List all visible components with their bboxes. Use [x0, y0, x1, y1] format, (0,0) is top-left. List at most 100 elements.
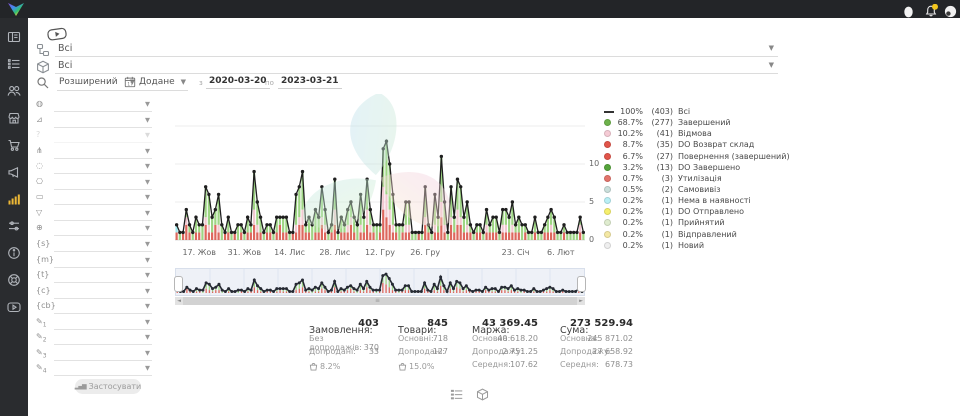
- filter-row-funnel[interactable]: ▽▼: [36, 207, 152, 222]
- legend-item[interactable]: 0.2%(1)Новий: [604, 240, 776, 251]
- custom-field-4-icon: ✎4: [36, 363, 52, 375]
- chevron-down-icon: ▼: [145, 349, 150, 357]
- chevron-down-icon: ▼: [145, 100, 150, 108]
- world-icon: ◍: [36, 99, 52, 108]
- sidebar-sliders-icon[interactable]: [7, 219, 21, 233]
- top-bar: [0, 0, 960, 18]
- x-tick-label: 14. Лис: [268, 248, 312, 257]
- upsell-share-badge: 15.0%: [398, 360, 448, 373]
- filter-row-var-t[interactable]: {t}▼: [36, 269, 152, 284]
- notifications-bell-icon[interactable]: [924, 3, 938, 22]
- sidebar-support-icon[interactable]: [7, 273, 21, 287]
- y-tick-label: 10: [589, 159, 605, 168]
- filter-row-trend[interactable]: ⊿▼: [36, 114, 152, 129]
- sidebar-customers-icon[interactable]: [7, 84, 21, 98]
- x-tick-label: 31. Жов: [222, 248, 266, 257]
- chevron-down-icon: ▼: [145, 256, 150, 264]
- search-icon[interactable]: [36, 75, 51, 90]
- filter-row-var-c[interactable]: {c} ▼: [36, 285, 152, 300]
- filter-row-package[interactable]: ⎔▼: [36, 176, 152, 191]
- filter-row-world[interactable]: ◍▼: [36, 98, 152, 113]
- navigator-scrollbar[interactable]: ◄ ≡ ►: [175, 297, 585, 305]
- legend-item[interactable]: 0.5%(2)Самовивіз: [604, 184, 776, 195]
- calendar-icon: 17: [124, 76, 136, 88]
- product-box-icon: [36, 59, 51, 74]
- date-field-select[interactable]: 17 Додане ▼: [122, 75, 188, 91]
- legend-dot-swatch: [604, 231, 611, 238]
- filter-row-var-m[interactable]: {m}▼: [36, 254, 152, 269]
- stats-value: 43 369.45: [482, 318, 538, 329]
- filter-row-payment[interactable]: ▭▼: [36, 191, 152, 206]
- analytics-dashboard: Всі ▼ Всі ▼ Розширений ▼ 17 Додане: [0, 0, 960, 416]
- product-filter-value: Всі: [58, 60, 72, 71]
- legend-item[interactable]: 0.2%(1)Відправлений: [604, 229, 776, 240]
- filter-row-var-s[interactable]: {s}▼: [36, 238, 152, 253]
- legend-item[interactable]: 0.2%(1)Прийнятий: [604, 217, 776, 228]
- sidebar-store-icon[interactable]: [7, 111, 21, 125]
- legend-item[interactable]: 10.2%(41)Відмова: [604, 128, 776, 139]
- sidebar-video-icon[interactable]: [7, 300, 21, 314]
- legend-item[interactable]: 0.2%(1)DO Отправлено: [604, 206, 776, 217]
- legend-item[interactable]: 3.2%(13)DO Завершено: [604, 162, 776, 173]
- filter-row-fingerprint[interactable]: ◌▼: [36, 160, 152, 175]
- svg-text:17: 17: [127, 81, 133, 87]
- sidebar-analytics-bars-icon[interactable]: [7, 192, 21, 206]
- products-view-icon[interactable]: [476, 386, 489, 405]
- apply-filters-button[interactable]: ▂▄▆ Застосувати: [75, 379, 141, 394]
- x-tick-label: 12. Гру: [358, 248, 402, 257]
- filter-row-custom-field-4[interactable]: ✎4▼: [36, 362, 152, 377]
- chevron-down-icon: ▼: [145, 147, 150, 155]
- filter-row-hierarchy[interactable]: ⋔▼: [36, 145, 152, 160]
- date-from-input[interactable]: 2020-03-20: [206, 76, 270, 89]
- sidebar-cart-icon[interactable]: [7, 138, 21, 152]
- filter-row-globe[interactable]: ⊕▼: [36, 222, 152, 237]
- sidebar-orders-list-icon[interactable]: [7, 57, 21, 71]
- stats-sub-row: Без допродажів:370: [309, 334, 379, 347]
- legend-dot-swatch: [604, 208, 611, 215]
- notification-badge: [932, 4, 938, 10]
- upsell-share-value: 8.2%: [320, 362, 340, 371]
- chevron-down-icon: ▼: [769, 44, 774, 52]
- filter-row-var-cb[interactable]: {cb}▼: [36, 300, 152, 315]
- filter-row-custom-field-3[interactable]: ✎3▼: [36, 347, 152, 362]
- scroll-left-arrow[interactable]: ◄: [175, 297, 183, 305]
- navigator-left-handle[interactable]: [174, 276, 183, 292]
- legend-item[interactable]: 0.7%(3)Утилізація: [604, 173, 776, 184]
- legend-dot-swatch: [604, 186, 611, 193]
- date-to-input[interactable]: 2023-03-21: [278, 76, 342, 89]
- chevron-down-icon: ▼: [145, 287, 150, 295]
- globe-icon: ⊕: [36, 223, 52, 232]
- legend-item[interactable]: 8.7%(35)DO Возврат склад: [604, 139, 776, 150]
- chevron-down-icon: ▼: [145, 131, 150, 139]
- scroll-right-arrow[interactable]: ►: [577, 297, 585, 305]
- filter-row-custom-field-1[interactable]: ✎1▼: [36, 316, 152, 331]
- filter-row-status[interactable]: ?▼: [36, 129, 152, 144]
- legend-item[interactable]: 0.2%(1)Нема в наявності: [604, 195, 776, 206]
- chevron-down-icon: ▼: [145, 178, 150, 186]
- product-filter[interactable]: Всі ▼: [36, 59, 778, 74]
- filter-row-custom-field-2[interactable]: ✎2▼: [36, 331, 152, 346]
- chart-legend: 100%(403)Всі68.7%(277)Завершений10.2%(41…: [604, 106, 776, 251]
- custom-field-2-icon: ✎2: [36, 332, 52, 344]
- chevron-down-icon: ▼: [145, 116, 150, 124]
- sidebar-info-icon[interactable]: [7, 246, 21, 260]
- orders-table-view-icon[interactable]: [450, 386, 463, 405]
- legend-item[interactable]: 68.7%(277)Завершений: [604, 117, 776, 128]
- avatar-icon[interactable]: [944, 3, 957, 22]
- stats-title-row: Маржа:43 369.45: [472, 318, 538, 334]
- chevron-down-icon: ▼: [145, 271, 150, 279]
- sidebar-dashboard-icon[interactable]: [7, 30, 21, 44]
- range-navigator[interactable]: [175, 268, 585, 296]
- stats-sub-row: Основна:40 618.20: [472, 334, 538, 347]
- var-c-icon: {c}: [36, 286, 52, 295]
- sidebar-megaphone-icon[interactable]: [7, 165, 21, 179]
- y-tick-label: 5: [589, 197, 605, 206]
- legend-item[interactable]: 100%(403)Всі: [604, 106, 776, 117]
- var-cb-icon: {cb}: [36, 301, 52, 310]
- navigator-right-handle[interactable]: [577, 276, 586, 292]
- category-filter[interactable]: Всі ▼: [36, 42, 778, 57]
- legend-item[interactable]: 6.7%(27)Повернення (завершений): [604, 151, 776, 162]
- stats-title-row: Сума:273 529.94: [560, 318, 633, 334]
- profile-egg-icon[interactable]: [903, 3, 914, 22]
- stats-sub-row: Допродажу:27 658.92: [560, 347, 633, 360]
